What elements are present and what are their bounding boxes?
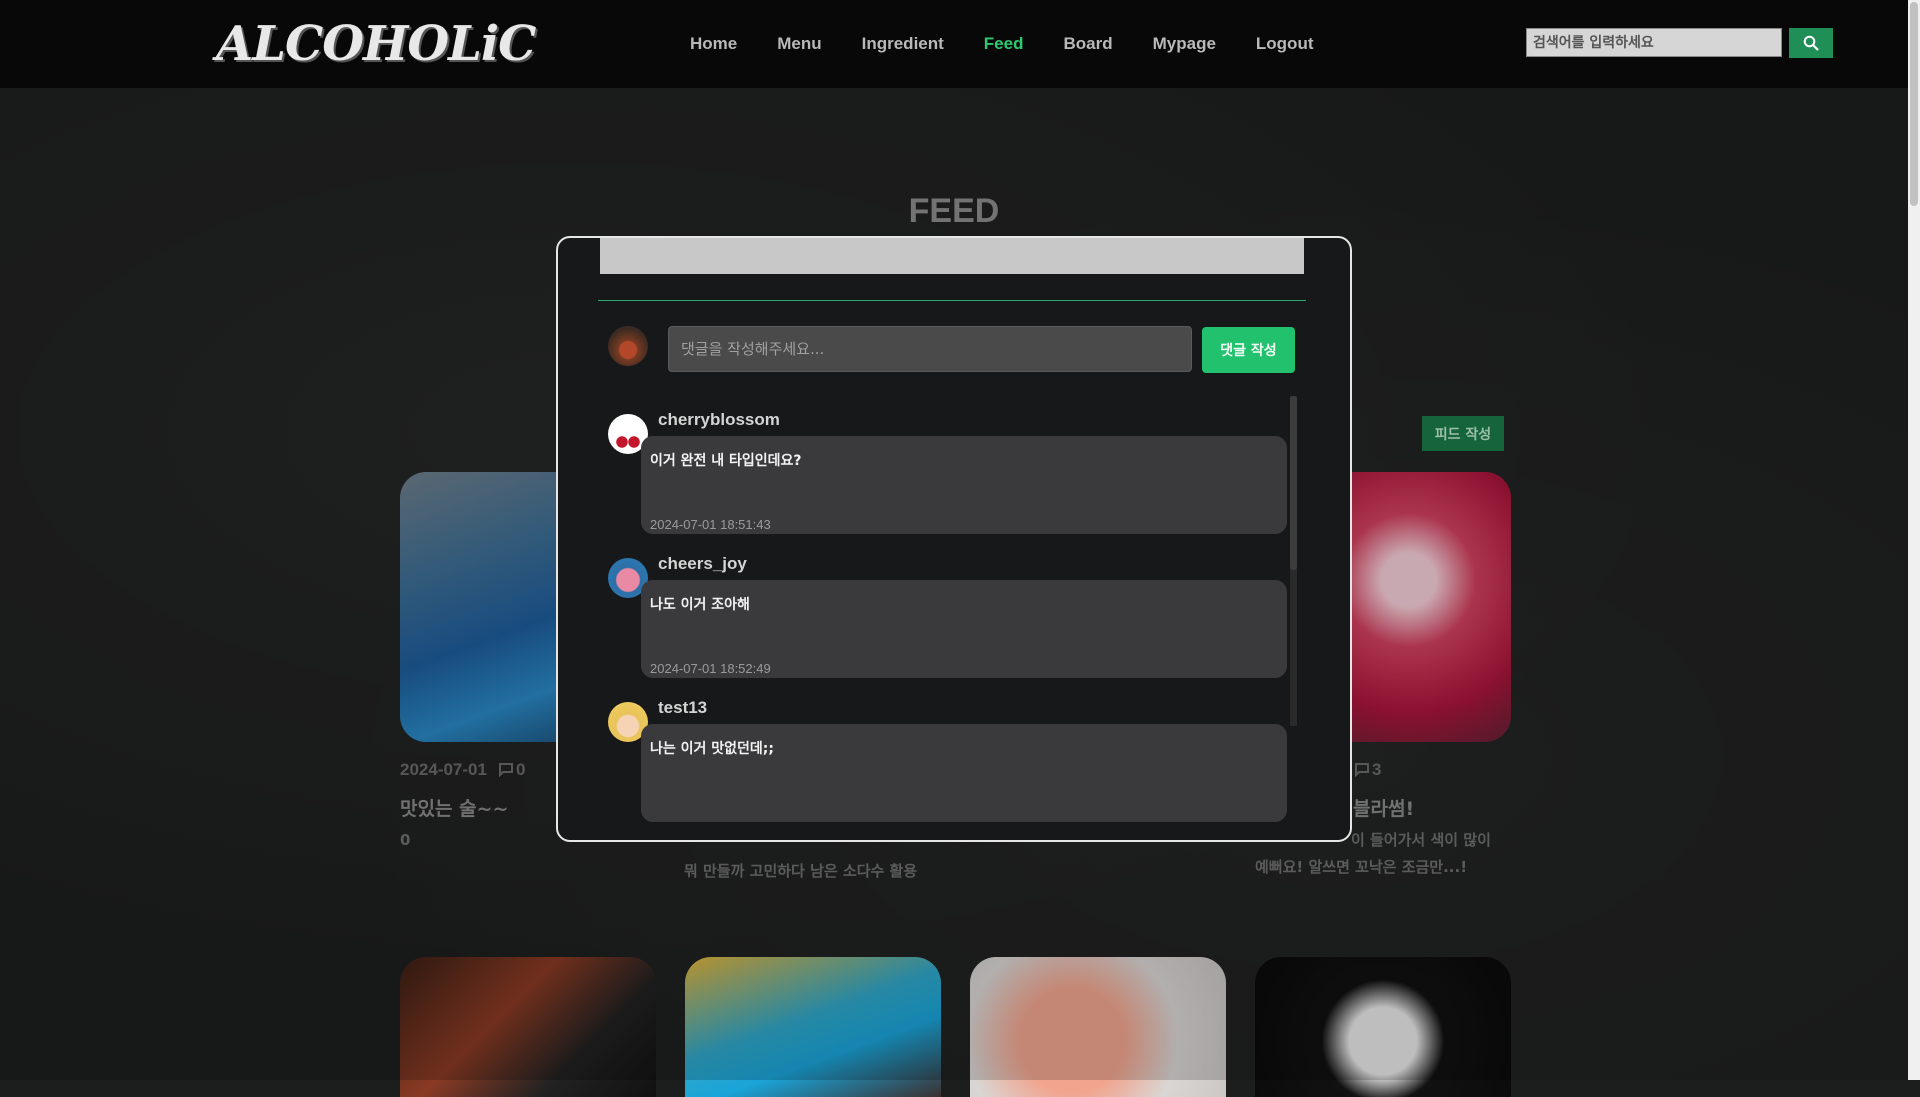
modal-content-strip (600, 238, 1304, 274)
page-scrollbar-thumb[interactable] (1910, 2, 1918, 206)
comment-item: test13 나는 이거 맛없던데;; (608, 698, 1288, 828)
search-input[interactable] (1526, 28, 1782, 57)
nav-menu: Home Menu Ingredient Feed Board Mypage L… (690, 0, 1314, 88)
avatar (608, 326, 648, 366)
comment-list: cherryblossom 이거 완전 내 타입인데요? 2024-07-01 … (598, 396, 1308, 828)
comment-item: cherryblossom 이거 완전 내 타입인데요? 2024-07-01 … (608, 410, 1288, 540)
nav-logout[interactable]: Logout (1256, 34, 1314, 54)
modal-divider (598, 300, 1306, 301)
site-logo[interactable]: ALCOHOLiC (216, 16, 536, 72)
comment-text: 이거 완전 내 타입인데요? (650, 453, 802, 469)
nav-home[interactable]: Home (690, 34, 737, 54)
comment-bubble: 나는 이거 맛없던데;; (641, 724, 1287, 822)
nav-mypage[interactable]: Mypage (1153, 34, 1216, 54)
comment-bubble: 나도 이거 조아해 2024-07-01 18:52:49 (641, 580, 1287, 678)
search-icon (1803, 35, 1819, 51)
comment-timestamp: 2024-07-01 18:51:43 (650, 517, 771, 532)
nav-board[interactable]: Board (1063, 34, 1112, 54)
feed-detail-modal: 댓글 작성 cherryblossom 이거 완전 내 타입인데요? 2024-… (556, 236, 1352, 842)
nav-menu-link[interactable]: Menu (777, 34, 821, 54)
nav-ingredient[interactable]: Ingredient (862, 34, 944, 54)
comment-item: cheers_joy 나도 이거 조아해 2024-07-01 18:52:49 (608, 554, 1288, 684)
comment-username[interactable]: cheers_joy (658, 554, 747, 574)
comment-text: 나는 이거 맛없던데;; (650, 741, 774, 757)
comment-username[interactable]: test13 (658, 698, 707, 718)
top-navbar: ALCOHOLiC Home Menu Ingredient Feed Boar… (0, 0, 1908, 88)
comment-bubble: 이거 완전 내 타입인데요? 2024-07-01 18:51:43 (641, 436, 1287, 534)
search-button[interactable] (1789, 28, 1833, 58)
comment-text: 나도 이거 조아해 (650, 597, 750, 613)
submit-comment-button[interactable]: 댓글 작성 (1202, 327, 1295, 373)
comment-timestamp: 2024-07-01 18:52:49 (650, 661, 771, 676)
comment-username[interactable]: cherryblossom (658, 410, 780, 430)
comment-input[interactable] (668, 326, 1192, 372)
nav-feed[interactable]: Feed (984, 34, 1024, 54)
